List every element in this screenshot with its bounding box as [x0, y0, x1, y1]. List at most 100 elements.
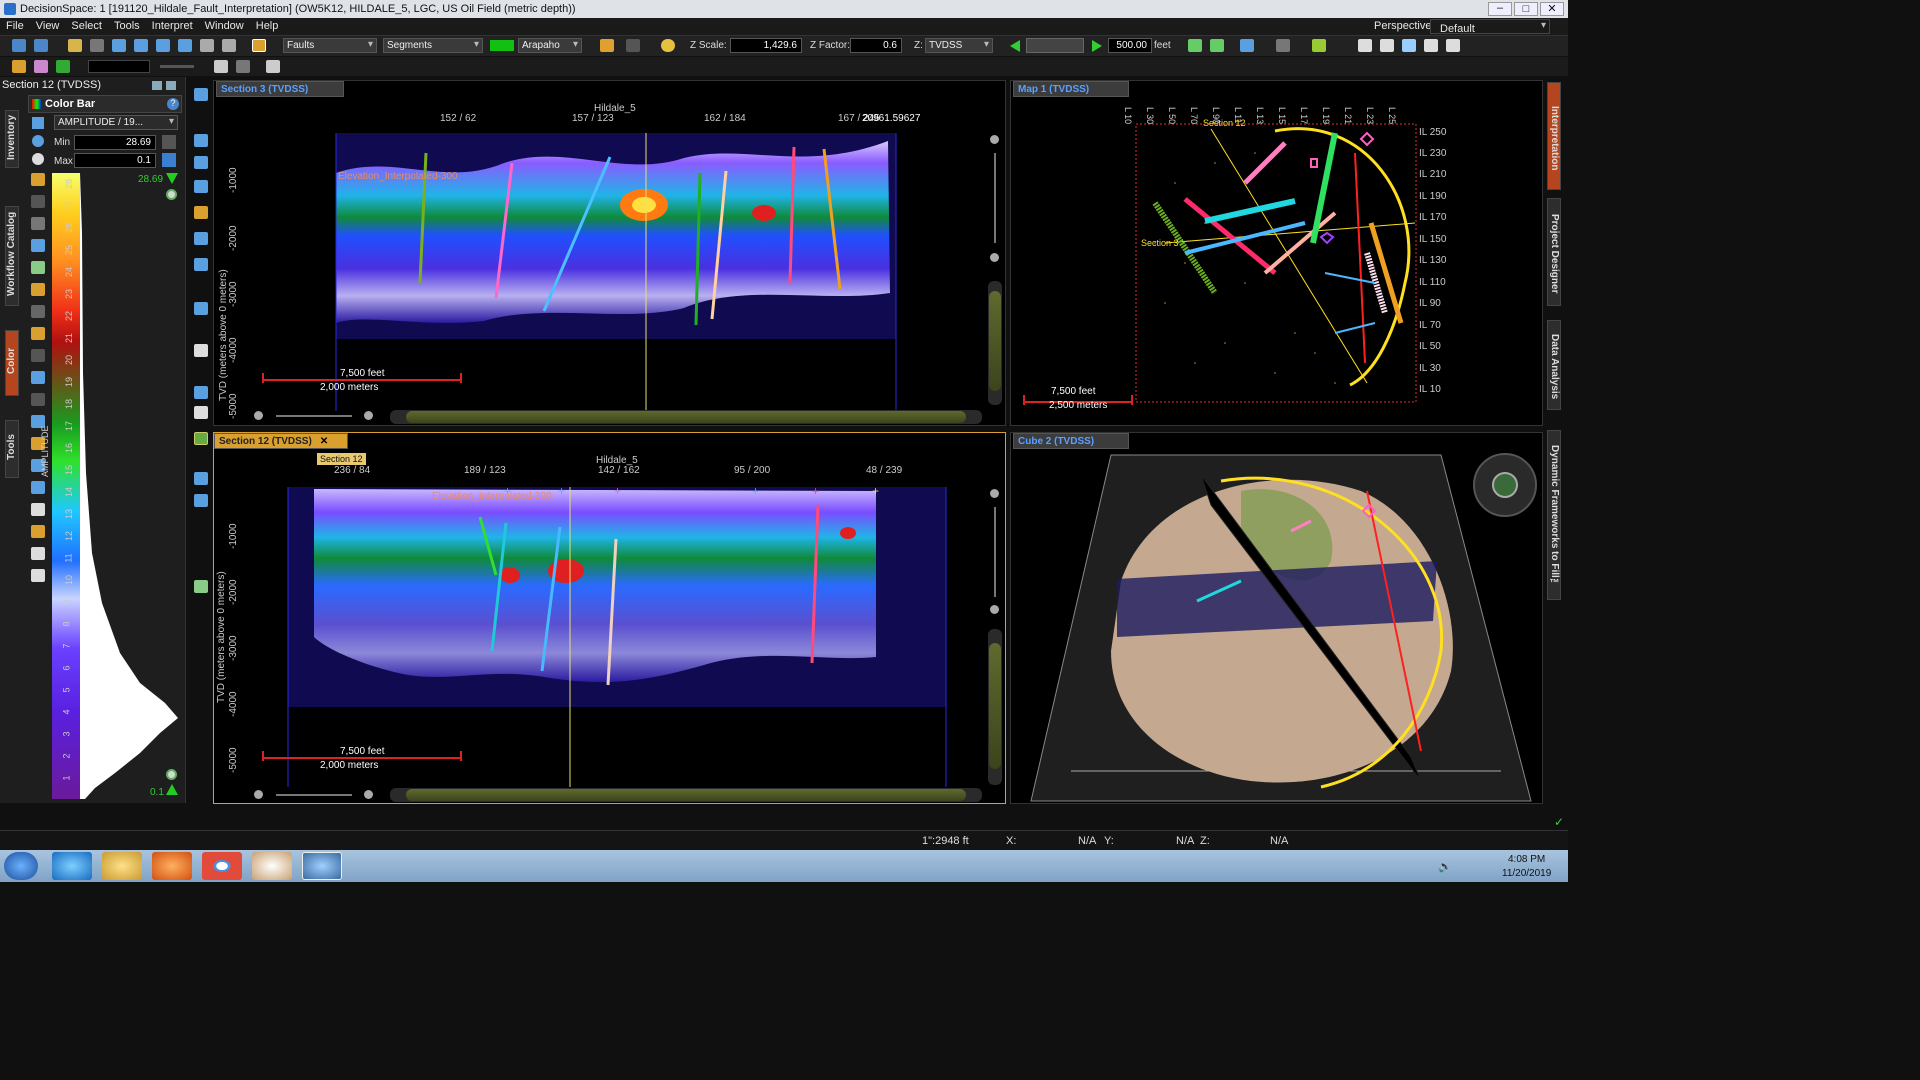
monitor-icon[interactable]: [1424, 39, 1438, 52]
section3-zoom-slider[interactable]: [276, 415, 352, 417]
decisionspace-icon[interactable]: [302, 852, 342, 880]
play-back-icon[interactable]: [1010, 40, 1020, 52]
pencil-tool-icon[interactable]: [252, 39, 266, 52]
cb-tool-3-icon[interactable]: [31, 217, 45, 230]
section12-zoom-slider[interactable]: [276, 794, 352, 796]
paint-icon[interactable]: [252, 852, 292, 880]
maximize-icon[interactable]: □: [1514, 2, 1538, 16]
redo-icon[interactable]: [626, 39, 640, 52]
cb-tool-19-icon[interactable]: [31, 569, 45, 582]
section3-v-zoom-slider[interactable]: [994, 153, 996, 243]
digitize-icon[interactable]: [194, 206, 208, 219]
tab-cube2[interactable]: Cube 2 (TVDSS): [1013, 433, 1129, 449]
cb-tool-16-icon[interactable]: [31, 503, 45, 516]
tab-workflow-catalog[interactable]: Workflow Catalog: [5, 206, 19, 306]
open-icon[interactable]: [12, 39, 26, 52]
media-player-icon[interactable]: [152, 852, 192, 880]
cb-tool-9-icon[interactable]: [31, 349, 45, 362]
cb-tool-7-icon[interactable]: [31, 305, 45, 318]
start-button-icon[interactable]: [4, 852, 38, 880]
palette-edit-icon[interactable]: [32, 153, 44, 165]
layers-icon[interactable]: [194, 344, 208, 357]
section3-zoom-out-icon[interactable]: [254, 411, 263, 420]
sun-icon[interactable]: [661, 39, 675, 52]
euro-icon[interactable]: [56, 60, 70, 73]
zoom-icon[interactable]: [194, 134, 208, 147]
section12-zoom-in-icon[interactable]: [364, 790, 373, 799]
perspective-select[interactable]: Default: [1430, 19, 1550, 34]
cb-tool-11-icon[interactable]: [31, 393, 45, 406]
z-mode-select[interactable]: TVDSS: [925, 38, 993, 53]
max-lock-icon[interactable]: [162, 153, 176, 167]
attribute-select[interactable]: AMPLITUDE / 19...: [54, 115, 178, 130]
save-icon[interactable]: [34, 39, 48, 52]
section12-v-zoom-in-icon[interactable]: [990, 489, 999, 498]
cb-tool-18-icon[interactable]: [31, 547, 45, 560]
cascade-icon[interactable]: [1380, 39, 1394, 52]
map-icon[interactable]: [1402, 39, 1416, 52]
cb-tool-17-icon[interactable]: [31, 525, 45, 538]
tab-project-designer[interactable]: Project Designer: [1547, 198, 1561, 306]
tab-map1[interactable]: Map 1 (TVDSS): [1013, 81, 1129, 97]
menu-window[interactable]: Window: [199, 18, 250, 32]
section12-h-scrollbar[interactable]: [390, 788, 982, 802]
section3-v-scrollbar[interactable]: [988, 281, 1002, 405]
cube2-navigation-control[interactable]: [1473, 453, 1537, 517]
mini-slider[interactable]: [160, 65, 194, 68]
faults-select[interactable]: Faults: [283, 38, 377, 53]
section12-v-zoom-out-icon[interactable]: [990, 605, 999, 614]
pick-icon[interactable]: [1312, 39, 1326, 52]
cb-tool-4-icon[interactable]: [31, 239, 45, 252]
zoom-out-icon[interactable]: [166, 769, 177, 780]
help-icon[interactable]: ?: [167, 98, 179, 110]
tab-section12[interactable]: Section 12 (TVDSS) ✕: [214, 433, 348, 449]
panel-pin-icon[interactable]: [166, 81, 176, 90]
filter-icon[interactable]: [266, 60, 280, 73]
cb-tool-5-icon[interactable]: [31, 261, 45, 274]
color-name-select[interactable]: Arapaho: [518, 38, 582, 53]
menu-file[interactable]: File: [0, 18, 30, 32]
color-swatch[interactable]: [490, 40, 514, 51]
tab-data-analysis[interactable]: Data Analysis: [1547, 320, 1561, 410]
step-input[interactable]: 500.00: [1108, 38, 1152, 53]
volume-icon[interactable]: 🔈: [1438, 860, 1452, 873]
z-factor-input[interactable]: 0.6: [850, 38, 902, 53]
chrome-icon[interactable]: [202, 852, 242, 880]
cb-tool-10-icon[interactable]: [31, 371, 45, 384]
tool-b-icon[interactable]: [34, 60, 48, 73]
tab-inventory[interactable]: Inventory: [5, 110, 19, 168]
section12-zoom-out-icon[interactable]: [254, 790, 263, 799]
close-icon[interactable]: ✕: [1540, 2, 1564, 16]
z-scale-input[interactable]: 1,429.6: [730, 38, 802, 53]
minimize-icon[interactable]: –: [1488, 2, 1512, 16]
fault-pick-icon[interactable]: [194, 232, 208, 245]
search-field[interactable]: [88, 60, 150, 73]
animation-slider[interactable]: [1026, 38, 1084, 53]
globe-icon[interactable]: [194, 432, 208, 445]
home-all-icon[interactable]: [1210, 39, 1224, 52]
grid-icon[interactable]: [236, 60, 250, 73]
print-icon[interactable]: [200, 39, 214, 52]
copy-icon[interactable]: [90, 39, 104, 52]
section3-zoom-in-icon[interactable]: [364, 411, 373, 420]
panel-menu-icon[interactable]: [152, 81, 162, 90]
layout-icon[interactable]: [68, 39, 82, 52]
flag-icon[interactable]: [1276, 39, 1290, 52]
probe-icon[interactable]: [194, 580, 208, 593]
stack-icon[interactable]: [178, 39, 192, 52]
horizon-pick-icon[interactable]: [194, 258, 208, 271]
dock-icon[interactable]: [1446, 39, 1460, 52]
section12-v-zoom-slider[interactable]: [994, 507, 996, 597]
snap-icon[interactable]: [194, 386, 208, 399]
cb-tool-6-icon[interactable]: [31, 283, 45, 296]
bookmark-icon[interactable]: [1240, 39, 1254, 52]
cb-tool-8-icon[interactable]: [31, 327, 45, 340]
undo-icon[interactable]: [600, 39, 614, 52]
box-icon[interactable]: [194, 472, 208, 485]
cb-tool-1-icon[interactable]: [31, 173, 45, 186]
close-tab-icon[interactable]: ✕: [320, 436, 328, 447]
segments-select[interactable]: Segments: [383, 38, 483, 53]
window-icon[interactable]: [156, 39, 170, 52]
tool-a-icon[interactable]: [12, 60, 26, 73]
measure-icon[interactable]: [194, 302, 208, 315]
